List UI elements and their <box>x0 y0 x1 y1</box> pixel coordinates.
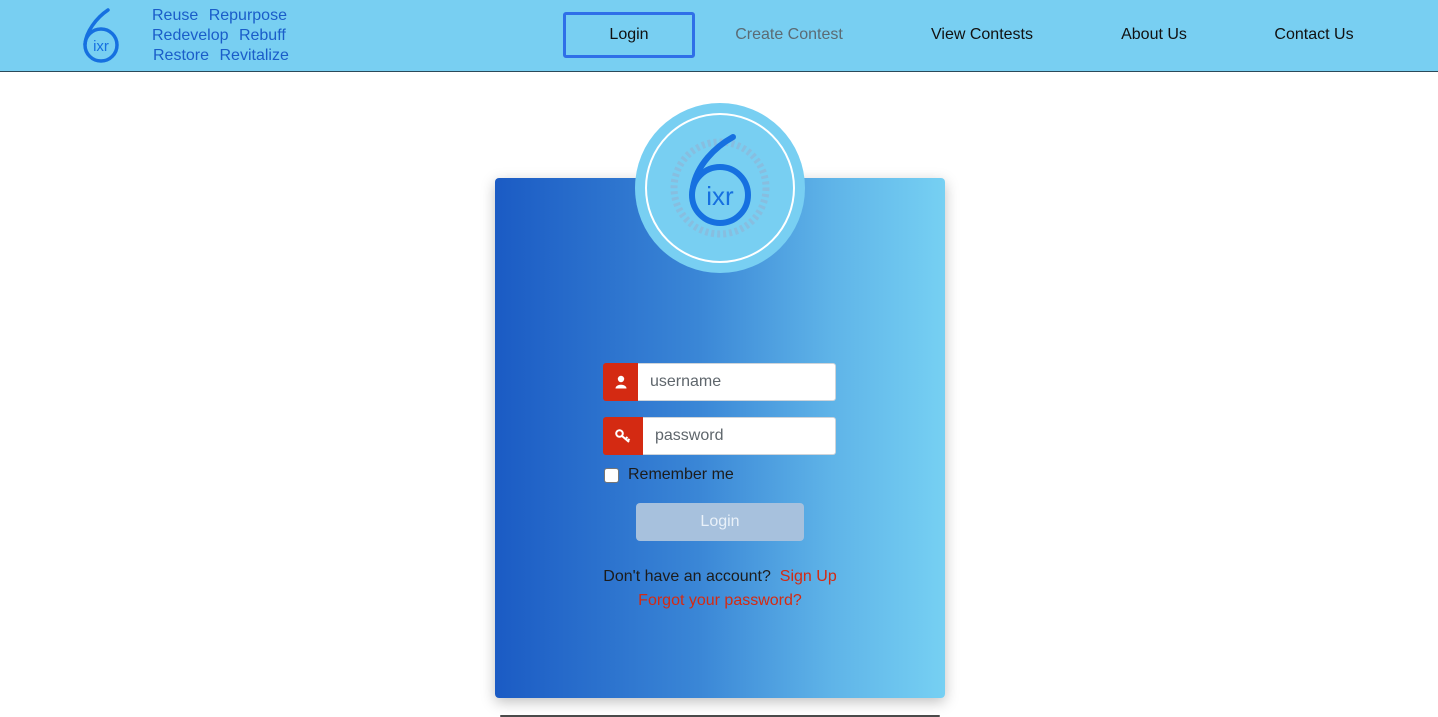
remember-me-label[interactable]: Remember me <box>628 466 734 484</box>
brand-tagline: Reuse Repurpose Redevelop Rebuff Restore… <box>152 6 295 66</box>
brand-emblem-icon: ixr <box>635 103 805 273</box>
nav-about-us[interactable]: About Us <box>1104 12 1204 58</box>
tagline-word: Redevelop <box>152 27 229 44</box>
tagline-word: Revitalize <box>219 47 289 64</box>
forgot-password-link[interactable]: Forgot your password? <box>638 592 802 609</box>
login-submit-button[interactable]: Login <box>636 503 804 541</box>
tagline-word: Repurpose <box>208 7 287 24</box>
nav-create-contest[interactable]: Create Contest <box>718 12 860 58</box>
brand-logo-text: ixr <box>93 38 109 55</box>
nav-view-contests[interactable]: View Contests <box>912 12 1052 58</box>
top-navbar: ixr Reuse Repurpose Redevelop Rebuff Res… <box>0 0 1438 72</box>
tagline-word: Rebuff <box>238 27 286 44</box>
signup-row: Don't have an account? Sign Up <box>495 567 945 587</box>
brand-logo-icon[interactable]: ixr <box>80 6 122 64</box>
emblem-text: ixr <box>706 181 734 211</box>
user-icon <box>603 363 638 401</box>
signup-link[interactable]: Sign Up <box>780 568 837 585</box>
password-group <box>603 417 836 455</box>
username-input[interactable] <box>638 363 836 401</box>
username-group <box>603 363 836 401</box>
nav-login[interactable]: Login <box>563 12 695 58</box>
signup-prompt: Don't have an account? <box>603 568 771 585</box>
forgot-row: Forgot your password? <box>495 591 945 611</box>
password-input[interactable] <box>643 417 836 455</box>
remember-me-row: Remember me <box>603 465 734 485</box>
remember-me-checkbox[interactable] <box>604 467 619 483</box>
tagline-word: Reuse <box>152 7 199 24</box>
key-icon <box>603 417 643 455</box>
tagline-word: Restore <box>153 47 210 64</box>
nav-contact-us[interactable]: Contact Us <box>1262 12 1366 58</box>
